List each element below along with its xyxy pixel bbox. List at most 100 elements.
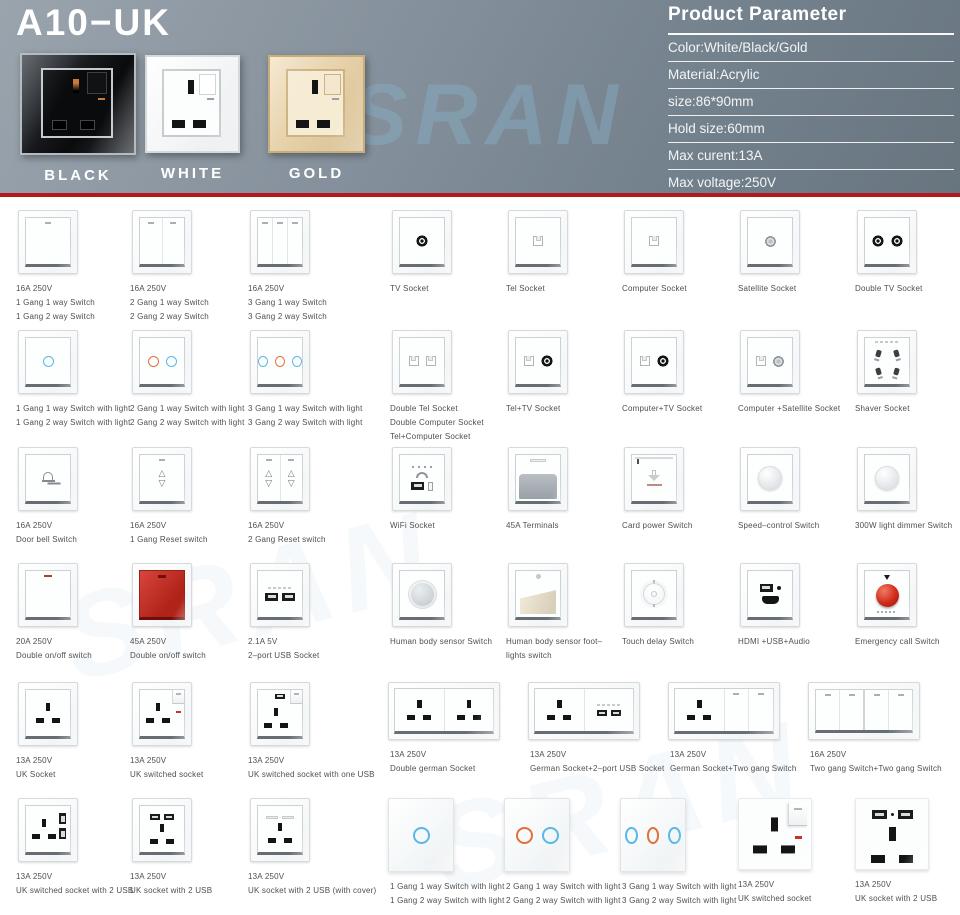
satellite-socket-thumb [740, 210, 800, 274]
indicator-icon [98, 97, 106, 101]
product-labels: 13A 250V UK socket with 2 USB (with cover… [248, 872, 376, 895]
product-labels: 300W light dimmer Switch [855, 521, 952, 530]
product-label: 16A 250V [16, 284, 53, 293]
panel-image [268, 55, 365, 153]
computer-socket-thumb [624, 210, 684, 274]
product-item: 16A 250V Two gang Switch+Two gang Switch [804, 682, 942, 773]
panel-image [20, 53, 136, 155]
pir-sensor-switch-thumb [392, 563, 452, 627]
double-german-socket-thumb [388, 682, 500, 740]
product-label: Computer +Satellite Socket [738, 404, 841, 413]
product-item: 3 Gang 1 way Switch with light 3 Gang 2 w… [616, 798, 737, 905]
terminals-45a-thumb [508, 447, 568, 511]
product-item: 13A 250V UK socket with 2 USB [849, 798, 937, 903]
product-label: 16A 250V [810, 750, 847, 759]
product-label: 3 Gang 2 way Switch with light [248, 418, 363, 427]
parameter-row: Material:Acrylic [668, 62, 954, 89]
product-labels: 16A 250V 2 Gang Reset switch [248, 521, 326, 544]
product-labels: Computer+TV Socket [622, 404, 702, 413]
product-item: 16A 250V 3 Gang 1 way Switch 3 Gang 2 way … [242, 210, 327, 321]
pin-icon [72, 79, 79, 94]
product-label: Card power Switch [622, 521, 693, 530]
product-label: 13A 250V [390, 750, 427, 759]
product-labels: WiFi Socket [390, 521, 452, 530]
product-label: Tel+Computer Socket [390, 432, 471, 441]
pin-icon [81, 120, 95, 129]
parameter-list: Color:White/Black/Gold Material:Acrylic si… [668, 35, 954, 196]
product-label: 13A 250V [670, 750, 707, 759]
uk-switched-socket-thumb [132, 682, 192, 746]
pin-icon [317, 119, 330, 128]
product-labels: 13A 250V German Socket+Two gang Switch [670, 750, 797, 773]
product-label: 13A 250V [130, 872, 167, 881]
product-label: UK Socket [16, 770, 56, 779]
product-item: 1 Gang 1 way Switch with light 1 Gang 2 w… [10, 330, 131, 427]
product-labels: HDMI +USB+Audio [738, 637, 810, 646]
product-item: 13A 250V German Socket+2–port USB Socket [524, 682, 665, 773]
product-item: Double TV Socket [849, 210, 923, 293]
product-labels: Card power Switch [622, 521, 693, 530]
product-labels: Touch delay Switch [622, 637, 694, 646]
product-labels: 16A 250V 3 Gang 1 way Switch 3 Gang 2 way … [248, 284, 327, 321]
product-labels: Double TV Socket [855, 284, 923, 293]
product-label: UK socket with 2 USB [855, 894, 938, 903]
switch-icon [87, 72, 108, 95]
product-label: Two gang Switch+Two gang Switch [810, 764, 942, 773]
panel-image [145, 55, 240, 153]
product-label: 45A 250V [130, 637, 167, 646]
product-item: 1 Gang 1 way Switch with light 1 Gang 2 w… [384, 798, 505, 905]
product-labels: 16A 250V 1 Gang 1 way Switch 1 Gang 2 way … [16, 284, 95, 321]
product-labels: Computer +Satellite Socket [738, 404, 840, 413]
product-label: 16A 250V [130, 521, 167, 530]
brand-watermark: SRAN [350, 67, 626, 163]
pin-icon [312, 80, 319, 95]
product-labels: 16A 250V 2 Gang 1 way Switch 2 Gang 2 way … [130, 284, 209, 321]
touch-switch-1gang-thumb [18, 330, 78, 394]
product-item: Speed–control Switch [732, 447, 819, 530]
computer-satellite-socket-thumb [740, 330, 800, 394]
product-label: 1 Gang 2 way Switch [16, 312, 95, 321]
product-label: 45A Terminals [506, 521, 559, 530]
product-item: Human body sensor foot– lights switch [500, 563, 602, 660]
catalog-page: SRAN A10−UK BLACK WHITE GOLD Product Param… [0, 0, 960, 915]
red-rocker-switch-thumb [132, 563, 192, 627]
product-item: 300W light dimmer Switch [849, 447, 952, 530]
product-item: 13A 250V UK switched socket [732, 798, 812, 903]
product-label: 16A 250V [248, 521, 285, 530]
product-label: UK switched socket with 2 USB [16, 886, 134, 895]
product-labels: 45A Terminals [506, 521, 568, 530]
product-label: 13A 250V [248, 756, 285, 765]
german-socket-usb-thumb [528, 682, 640, 740]
product-item: 20A 250V Double on/off switch [10, 563, 92, 660]
product-label: Computer+TV Socket [622, 404, 703, 413]
product-labels: 16A 250V Door bell Switch [16, 521, 78, 544]
product-label: UK socket with 2 USB (with cover) [248, 886, 377, 895]
product-label: 3 Gang 1 way Switch with light [248, 404, 363, 413]
touch-panel-3gang-thumb [620, 798, 686, 872]
pin-icon [188, 80, 195, 95]
product-label: Double on/off switch [16, 651, 92, 660]
shaver-socket-thumb [857, 330, 917, 394]
product-label: 16A 250V [130, 284, 167, 293]
product-label: Human body sensor foot– [506, 637, 603, 646]
product-labels: 13A 250V UK switched socket [738, 880, 812, 903]
uk-switched-socket-closeup-thumb [738, 798, 812, 870]
product-label: Satellite Socket [738, 284, 797, 293]
product-label: 300W light dimmer Switch [855, 521, 953, 530]
product-label: WiFi Socket [390, 521, 435, 530]
product-label: 3 Gang 1 way Switch with light [622, 882, 737, 891]
product-label: 16A 250V [248, 284, 285, 293]
switch-icon [323, 73, 341, 95]
product-labels: 20A 250V Double on/off switch [16, 637, 92, 660]
variant-white: WHITE [145, 53, 240, 182]
product-label: 13A 250V [738, 880, 775, 889]
switch-3gang-thumb [250, 210, 310, 274]
product-label: Tel+TV Socket [506, 404, 561, 413]
product-item: HDMI +USB+Audio [732, 563, 810, 646]
product-labels: 1 Gang 1 way Switch with light 1 Gang 2 w… [390, 882, 505, 905]
product-item: Double Tel Socket Double Computer Socket T… [384, 330, 484, 441]
product-labels: Emergency call Switch [855, 637, 940, 646]
product-labels: 13A 250V UK switched socket [130, 756, 203, 779]
product-label: 3 Gang 2 way Switch [248, 312, 327, 321]
product-label: 2 Gang 2 way Switch with light [130, 418, 245, 427]
